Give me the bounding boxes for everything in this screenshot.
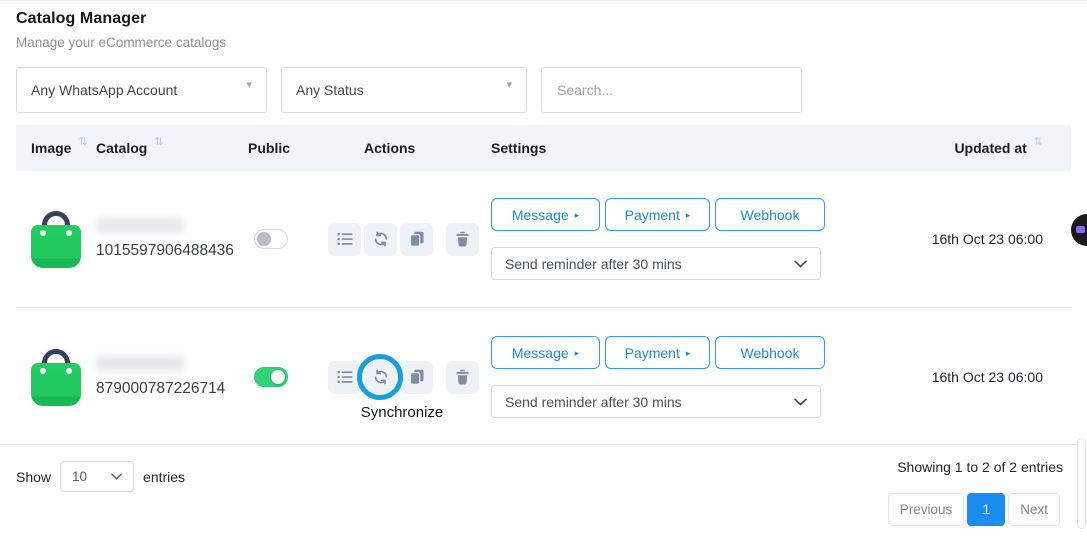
reminder-select[interactable]: Send reminder after 30 mins [491,385,821,418]
table-header-row: Image ⇅ Catalog ⇅ Public Actions Setting… [16,125,1071,171]
trash-icon [455,231,470,247]
trash-icon [455,369,470,385]
column-header-catalog[interactable]: Catalog ⇅ [96,140,246,156]
updated-at: 16th Oct 23 06:00 [846,369,1071,385]
catalog-items-button[interactable] [328,361,361,394]
column-header-settings: Settings [491,140,846,156]
webhook-button[interactable]: Webhook [715,336,825,369]
sync-icon [373,231,389,247]
reminder-select-value: Send reminder after 30 mins [505,256,682,272]
search-input[interactable] [541,67,802,113]
payment-button[interactable]: Payment ▸ [605,198,710,231]
caret-right-icon: ▸ [575,210,580,221]
updated-at: 16th Oct 23 06:00 [846,231,1071,247]
delete-button[interactable] [446,223,479,256]
scrollbar-thumb[interactable] [1077,438,1086,529]
current-page-button[interactable]: 1 [967,493,1005,526]
webhook-button[interactable]: Webhook [715,198,825,231]
catalog-id: 1015597906488436 [96,242,246,260]
caret-down-icon: ▾ [246,78,252,91]
catalog-name-redacted [96,356,184,371]
copy-icon [409,231,425,247]
duplicate-button[interactable] [400,223,433,256]
catalog-items-button[interactable] [328,223,361,256]
shopping-bag-icon [31,363,81,406]
whatsapp-account-select-value: Any WhatsApp Account [31,82,177,98]
whatsapp-account-select[interactable]: Any WhatsApp Account ▾ [16,67,267,113]
caret-down-icon: ▾ [506,78,512,91]
column-header-public: Public [246,140,326,156]
entries-label: entries [143,469,185,485]
reminder-select[interactable]: Send reminder after 30 mins [491,247,821,280]
pagination: Previous 1 Next [888,493,1060,526]
table-footer: Show 10 entries Showing 1 to 2 of 2 entr… [0,444,1087,538]
catalog-table: Image ⇅ Catalog ⇅ Public Actions Setting… [16,125,1071,446]
copy-icon [409,369,425,385]
entries-summary: Showing 1 to 2 of 2 entries [897,459,1063,475]
column-header-actions: Actions [326,140,491,156]
catalog-name-redacted [96,218,184,233]
duplicate-button[interactable] [400,361,433,394]
chevron-down-icon [794,260,807,268]
public-toggle[interactable] [254,229,288,249]
caret-right-icon: ▸ [686,210,691,221]
payment-button[interactable]: Payment ▸ [605,336,710,369]
synchronize-button[interactable] [364,223,397,256]
caret-right-icon: ▸ [686,348,691,359]
list-icon [337,370,353,384]
filter-bar: Any WhatsApp Account ▾ Any Status ▾ [16,67,1071,113]
message-button[interactable]: Message ▸ [491,336,600,369]
table-row: 1015597906488436 Message ▸ [16,171,1071,308]
catalog-image [31,211,81,268]
chevron-down-icon [794,398,807,406]
column-header-updated-at[interactable]: Updated at ⇅ [846,140,1071,156]
sort-icon[interactable]: ⇅ [154,135,163,148]
floating-edge-button[interactable] [1071,214,1087,246]
table-row: 879000787226714 Synchronize Mess [16,308,1071,446]
page-subtitle: Manage your eCommerce catalogs [16,35,1071,50]
previous-page-button[interactable]: Previous [888,493,965,526]
synchronize-annotation-label: Synchronize [342,404,462,421]
fab-accent-icon [1076,226,1085,233]
delete-button[interactable] [446,361,479,394]
show-label: Show [16,469,51,485]
page-size-select[interactable]: 10 [60,461,134,492]
catalog-manager-page: Catalog Manager Manage your eCommerce ca… [0,1,1087,113]
status-select-value: Any Status [296,82,364,98]
synchronize-button[interactable] [364,361,397,394]
page-size-value: 10 [72,469,87,484]
column-header-image[interactable]: Image ⇅ [16,140,96,156]
sync-icon [373,369,389,385]
chevron-down-icon [111,473,122,480]
sort-icon[interactable]: ⇅ [1034,135,1043,148]
caret-right-icon: ▸ [575,348,580,359]
public-toggle[interactable] [254,367,288,387]
message-button[interactable]: Message ▸ [491,198,600,231]
catalog-image [31,349,81,406]
page-title: Catalog Manager [16,10,1071,28]
status-select[interactable]: Any Status ▾ [281,67,527,113]
next-page-button[interactable]: Next [1008,493,1060,526]
catalog-id: 879000787226714 [96,380,246,398]
sort-icon[interactable]: ⇅ [78,135,87,148]
reminder-select-value: Send reminder after 30 mins [505,394,682,410]
list-icon [337,232,353,246]
shopping-bag-icon [31,225,81,268]
